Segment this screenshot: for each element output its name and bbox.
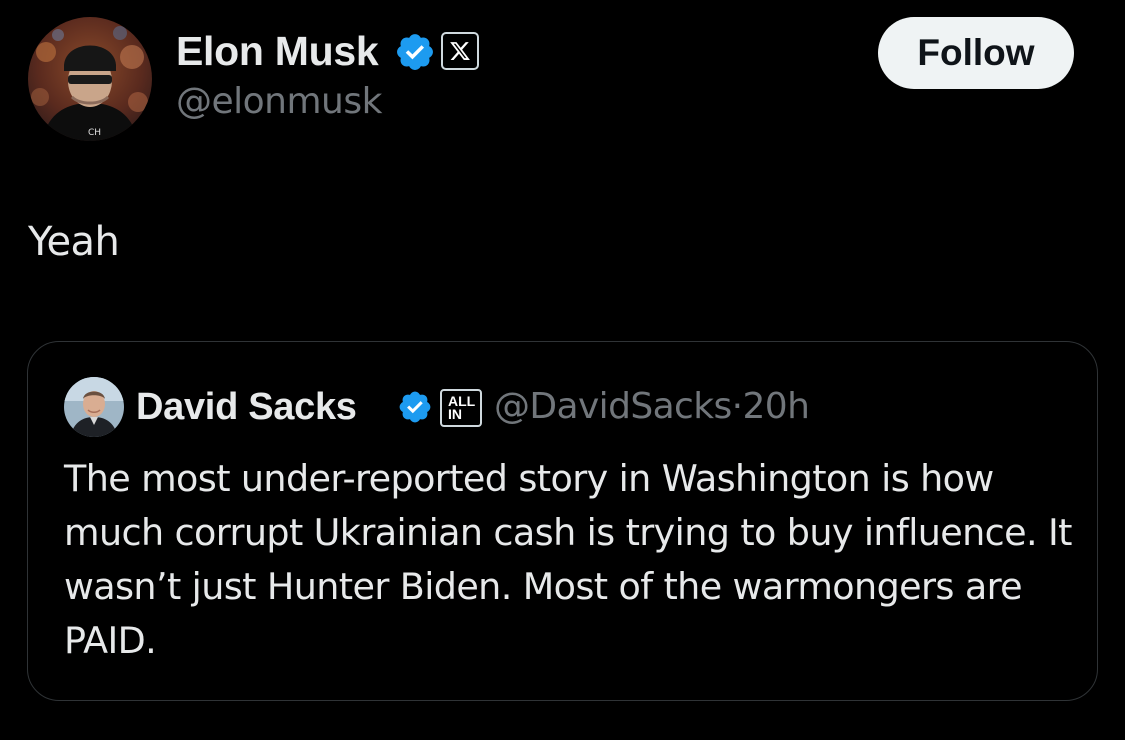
avatar-photo-icon <box>64 377 124 437</box>
author-name[interactable]: Elon Musk <box>176 28 379 74</box>
meta-separator: · <box>731 386 743 427</box>
quoted-post-time[interactable]: 20h <box>743 386 810 427</box>
verified-badge-icon[interactable] <box>397 389 433 425</box>
x-logo-icon <box>450 42 470 60</box>
quoted-author-avatar[interactable] <box>64 377 124 437</box>
quoted-post-card[interactable]: David Sacks ALL IN @DavidSacks·20h The mo… <box>27 341 1098 701</box>
svg-text:CH: CH <box>88 128 101 138</box>
follow-button[interactable]: Follow <box>878 17 1074 89</box>
quoted-author-name[interactable]: David Sacks <box>136 385 357 429</box>
quoted-post-text: The most under-reported story in Washing… <box>64 457 1072 662</box>
author-handle[interactable]: @elonmusk <box>176 81 382 123</box>
post-text: Yeah <box>28 219 120 265</box>
quoted-author-handle[interactable]: @DavidSacks <box>494 386 732 427</box>
author-avatar[interactable]: CH <box>28 17 152 141</box>
x-affiliate-icon[interactable] <box>441 32 479 70</box>
quoted-post-meta: @DavidSacks·20h <box>494 385 810 429</box>
avatar-photo-icon: CH <box>28 17 152 141</box>
verified-badge-icon[interactable] <box>394 31 436 73</box>
allin-affiliate-badge-icon[interactable]: ALL IN <box>440 389 482 427</box>
